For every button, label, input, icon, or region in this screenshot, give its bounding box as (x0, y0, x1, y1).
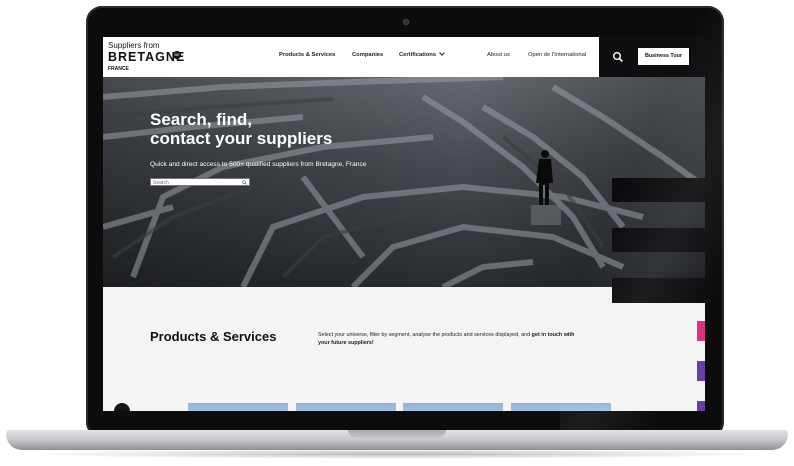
laptop-opening-notch (348, 430, 446, 438)
browser-viewport: Suppliers from BRETAGNE BE FRANCE Produc… (103, 37, 705, 411)
category-card-1[interactable] (188, 403, 288, 411)
products-section-title: Products & Services (150, 329, 277, 344)
nav-companies[interactable]: Companies (352, 52, 383, 58)
site-logo[interactable]: Suppliers from BRETAGNE BE FRANCE (108, 41, 188, 75)
products-section-description: Select your universe, filter by segment,… (318, 331, 578, 347)
logo-badge: BE (173, 51, 181, 59)
hero-search-box[interactable] (150, 178, 250, 186)
products-desc-plain: Select your universe, filter by segment,… (318, 332, 531, 338)
hero-banner: Search, find, contact your suppliers Qui… (103, 77, 705, 287)
logo-line-3: FRANCE (108, 66, 129, 72)
nav-certifications-label: Certifications (399, 52, 437, 58)
products-section: Products & Services Select your universe… (103, 287, 705, 411)
hero-search-input[interactable] (153, 179, 238, 186)
category-card-2[interactable] (296, 403, 396, 411)
chat-widget-icon[interactable] (114, 403, 130, 411)
search-icon[interactable] (612, 50, 624, 62)
category-card-4[interactable] (511, 403, 611, 411)
accent-tab-purple-2[interactable] (697, 401, 705, 411)
chevron-down-icon (439, 50, 445, 56)
site-header: Suppliers from BRETAGNE BE FRANCE Produc… (103, 37, 705, 77)
side-tab-2[interactable] (612, 228, 705, 252)
figure-silhouette (531, 150, 561, 225)
nav-open-international[interactable]: Open de l'International (528, 52, 586, 58)
side-tab-3[interactable] (612, 278, 705, 287)
accent-tab-purple[interactable] (697, 361, 705, 381)
nav-certifications[interactable]: Certifications (399, 50, 445, 58)
laptop-shadow (20, 449, 774, 459)
webcam-icon (403, 19, 409, 25)
hero-title: Search, find, contact your suppliers (150, 110, 333, 148)
logo-line-1: Suppliers from (108, 41, 160, 50)
nav-products-services[interactable]: Products & Services (279, 52, 335, 58)
category-card-3[interactable] (403, 403, 503, 411)
side-tab-1[interactable] (612, 178, 705, 202)
side-tab-3-continued[interactable] (612, 287, 705, 303)
business-tour-button[interactable]: Business Tour (638, 48, 689, 65)
search-icon[interactable] (242, 180, 247, 185)
hero-subtitle: Quick and direct access to 500+ qualifie… (150, 161, 367, 168)
nav-about-us[interactable]: About us (487, 52, 510, 58)
accent-tab-pink[interactable] (697, 321, 705, 341)
